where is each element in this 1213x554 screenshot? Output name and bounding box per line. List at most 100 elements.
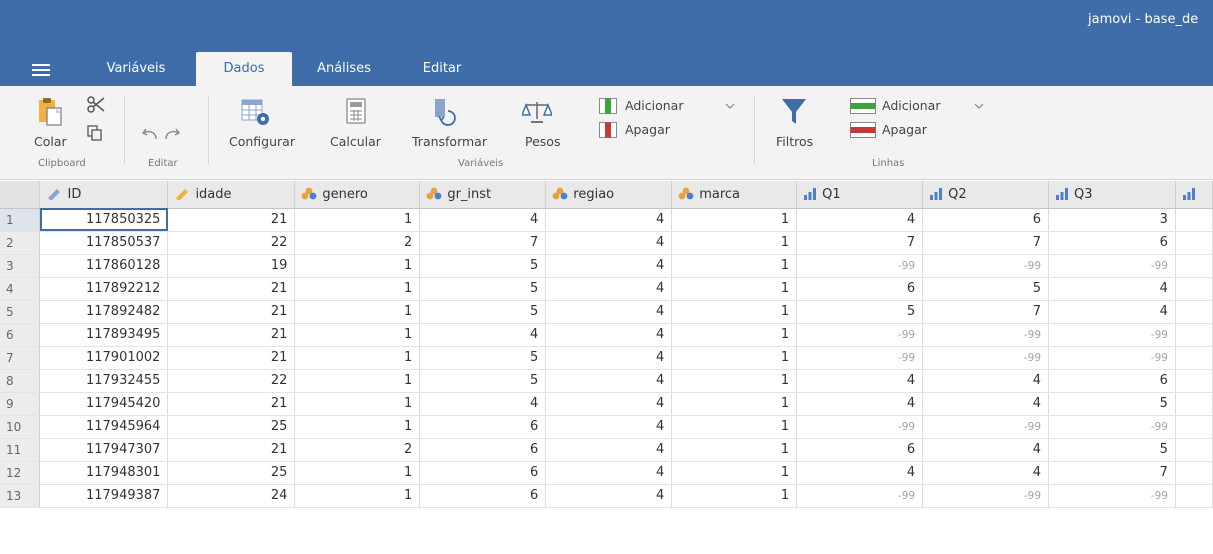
- data-cell[interactable]: 21: [167, 438, 296, 462]
- data-cell[interactable]: 21: [167, 208, 296, 232]
- data-cell[interactable]: 4: [545, 277, 673, 301]
- data-cell[interactable]: 1: [294, 300, 421, 324]
- data-cell[interactable]: 5: [922, 277, 1050, 301]
- tab-edit[interactable]: Editar: [404, 52, 480, 86]
- data-cell[interactable]: 1: [671, 323, 798, 347]
- row-number[interactable]: 5: [0, 300, 41, 324]
- data-cell[interactable]: -99: [1048, 415, 1176, 439]
- row-number[interactable]: 4: [0, 277, 41, 301]
- data-cell[interactable]: 4: [545, 392, 673, 416]
- data-cell[interactable]: [1175, 277, 1213, 301]
- add-row-button[interactable]: Adicionar: [882, 98, 940, 113]
- data-cell[interactable]: 4: [796, 208, 924, 232]
- data-cell[interactable]: 19: [167, 254, 296, 278]
- data-cell[interactable]: 4: [545, 438, 673, 462]
- filters-button[interactable]: Filtros: [776, 134, 813, 149]
- data-cell[interactable]: 22: [167, 231, 296, 255]
- row-number[interactable]: 7: [0, 346, 41, 370]
- row-number[interactable]: 10: [0, 415, 41, 439]
- data-cell[interactable]: 4: [545, 484, 673, 508]
- cut-icon[interactable]: [85, 95, 107, 115]
- paste-button[interactable]: Colar: [34, 134, 67, 149]
- data-cell[interactable]: 6: [419, 484, 547, 508]
- data-cell[interactable]: 5: [796, 300, 924, 324]
- data-cell[interactable]: 117901002: [39, 346, 169, 370]
- data-cell[interactable]: 2: [294, 231, 421, 255]
- data-cell[interactable]: 6: [419, 415, 547, 439]
- data-cell[interactable]: -99: [1048, 484, 1176, 508]
- data-cell[interactable]: 117932455: [39, 369, 169, 393]
- data-cell[interactable]: 1: [671, 461, 798, 485]
- data-cell[interactable]: [1175, 369, 1213, 393]
- data-cell[interactable]: 6: [1048, 369, 1176, 393]
- data-cell[interactable]: 1: [671, 254, 798, 278]
- data-cell[interactable]: 1: [294, 254, 421, 278]
- data-cell[interactable]: 4: [796, 369, 924, 393]
- data-cell[interactable]: -99: [922, 415, 1050, 439]
- data-cell[interactable]: 1: [294, 392, 421, 416]
- data-cell[interactable]: 117945964: [39, 415, 169, 439]
- transform-button[interactable]: Transformar: [412, 134, 487, 149]
- row-number-header[interactable]: [0, 181, 41, 209]
- data-cell[interactable]: 6: [922, 208, 1050, 232]
- data-cell[interactable]: 5: [1048, 392, 1176, 416]
- data-cell[interactable]: 5: [419, 369, 547, 393]
- data-cell[interactable]: 4: [545, 300, 673, 324]
- data-cell[interactable]: 1: [671, 300, 798, 324]
- row-number[interactable]: 1: [0, 208, 41, 232]
- data-cell[interactable]: 1: [294, 346, 421, 370]
- data-cell[interactable]: 21: [167, 392, 296, 416]
- data-cell[interactable]: 4: [419, 392, 547, 416]
- chevron-down-icon[interactable]: [725, 103, 735, 111]
- data-cell[interactable]: 6: [419, 438, 547, 462]
- data-cell[interactable]: 117948301: [39, 461, 169, 485]
- data-cell[interactable]: 21: [167, 323, 296, 347]
- row-number[interactable]: 11: [0, 438, 41, 462]
- data-cell[interactable]: 6: [796, 438, 924, 462]
- column-header[interactable]: [1175, 181, 1213, 209]
- data-cell[interactable]: 22: [167, 369, 296, 393]
- row-number[interactable]: 12: [0, 461, 41, 485]
- tab-analyses[interactable]: Análises: [300, 52, 388, 86]
- data-cell[interactable]: 7: [922, 300, 1050, 324]
- data-cell[interactable]: 1: [671, 484, 798, 508]
- data-cell[interactable]: 5: [419, 300, 547, 324]
- add-variable-icon[interactable]: [599, 98, 617, 114]
- data-cell[interactable]: 117893495: [39, 323, 169, 347]
- column-header[interactable]: idade: [167, 181, 296, 209]
- data-cell[interactable]: 4: [796, 461, 924, 485]
- setup-icon[interactable]: [241, 97, 271, 127]
- data-cell[interactable]: -99: [796, 254, 924, 278]
- data-cell[interactable]: -99: [922, 346, 1050, 370]
- data-cell[interactable]: -99: [1048, 254, 1176, 278]
- undo-icon[interactable]: [141, 126, 159, 142]
- data-cell[interactable]: 3: [1048, 208, 1176, 232]
- data-cell[interactable]: [1175, 484, 1213, 508]
- tab-data[interactable]: Dados: [196, 52, 292, 86]
- data-cell[interactable]: 6: [796, 277, 924, 301]
- weights-icon[interactable]: [522, 99, 552, 125]
- data-cell[interactable]: 4: [545, 231, 673, 255]
- data-cell[interactable]: 2: [294, 438, 421, 462]
- data-cell[interactable]: 1: [294, 369, 421, 393]
- delete-row-icon[interactable]: [850, 122, 876, 138]
- data-cell[interactable]: 7: [922, 231, 1050, 255]
- data-cell[interactable]: [1175, 392, 1213, 416]
- data-cell[interactable]: 4: [419, 323, 547, 347]
- data-cell[interactable]: 7: [1048, 461, 1176, 485]
- column-header[interactable]: marca: [671, 181, 798, 209]
- data-cell[interactable]: 1: [294, 277, 421, 301]
- hamburger-menu-icon[interactable]: [32, 64, 50, 78]
- data-cell[interactable]: 117945420: [39, 392, 169, 416]
- row-number[interactable]: 6: [0, 323, 41, 347]
- data-cell[interactable]: 1: [294, 415, 421, 439]
- data-cell[interactable]: 1: [671, 369, 798, 393]
- data-cell[interactable]: 117947307: [39, 438, 169, 462]
- data-cell[interactable]: 25: [167, 415, 296, 439]
- data-cell[interactable]: 7: [419, 231, 547, 255]
- column-header[interactable]: gr_inst: [419, 181, 547, 209]
- data-cell[interactable]: -99: [796, 484, 924, 508]
- data-cell[interactable]: [1175, 415, 1213, 439]
- column-header[interactable]: Q3: [1048, 181, 1176, 209]
- data-cell[interactable]: 5: [419, 277, 547, 301]
